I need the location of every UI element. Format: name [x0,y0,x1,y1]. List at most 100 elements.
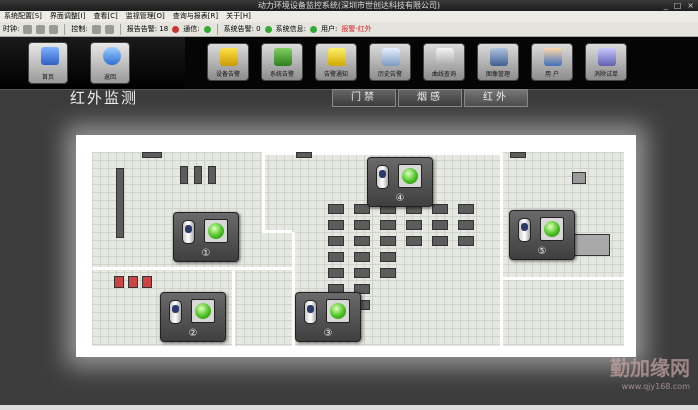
maximize-icon[interactable]: □ [674,0,682,11]
subtab-bar: 门禁 烟感 红外 [332,89,528,107]
status-light-icon [540,217,564,241]
tab-infrared[interactable]: 红外 [464,89,528,107]
infrared-sensor-2[interactable]: ② [160,292,226,342]
menu-reports[interactable]: 查询与报表[R] [169,11,222,22]
cabinet [180,166,188,184]
wall [262,230,292,233]
menu-view[interactable]: 查看[C] [89,11,121,22]
desk [328,220,344,230]
chip-icon [274,48,292,66]
top-navigation: 首页 返回 设备告警 系统告警 告警通知 历史告警 曲线查询 图像管理 用 户 … [0,37,698,89]
comm-status-icon [203,25,211,33]
home-button[interactable]: 首页 [28,42,68,84]
nav-alarm-notify-button[interactable]: 告警通知 [315,43,357,81]
nav-label: 告警通知 [323,71,348,78]
nav-device-alarm-button[interactable]: 设备告警 [207,43,249,81]
notify-icon [328,48,346,66]
user-label: 用户: [320,25,338,33]
cabinet [142,152,162,158]
pir-sensor-icon [304,300,317,324]
desk [354,252,370,262]
cabinet [116,168,124,238]
desk [458,220,474,230]
pir-sensor-icon [376,165,389,189]
infrared-sensor-4[interactable]: ④ [367,157,433,207]
window-title: 动力环境设备监控系统(深圳市世创达科技有限公司) [257,1,441,10]
nav-label: 消除试单 [593,71,618,78]
minimize-icon[interactable]: _ [664,0,668,11]
nav-label: 历史告警 [377,71,402,78]
tab-access-control[interactable]: 门禁 [332,89,396,107]
desk [328,268,344,278]
system-alarm-label: 系统告警: 0 [223,25,261,33]
desk [380,236,396,246]
alarm-status-icon [172,25,180,33]
cabinet [574,234,610,256]
nav-clear-button[interactable]: 消除试单 [585,43,627,81]
system-status-icon [264,25,272,33]
system-info-icon [309,25,317,33]
tab-smoke[interactable]: 烟感 [398,89,462,107]
close-icon[interactable]: × [687,0,694,11]
desk [328,236,344,246]
menu-system-config[interactable]: 系统配置[S] [0,11,46,22]
sensor-number: ① [201,248,211,259]
infrared-sensor-3[interactable]: ③ [295,292,361,342]
status-light-icon [398,164,422,188]
toolbar-separator [119,23,121,35]
folder-icon[interactable] [49,24,59,34]
pir-sensor-icon [169,300,182,324]
desk [380,268,396,278]
desk [354,268,370,278]
nav-image-manage-button[interactable]: 图像管理 [477,43,519,81]
infrared-sensor-5[interactable]: ⑤ [509,210,575,260]
window-titlebar: 动力环境设备监控系统(深圳市世创达科技有限公司) _ □ × [0,0,698,11]
nav-label: 设备告警 [215,71,240,78]
arrow-left-icon[interactable] [23,24,33,34]
sensor-number: ⑤ [537,246,547,257]
wall [262,152,265,232]
sensor-number: ② [188,328,198,339]
warning-icon [220,48,238,66]
nav-user-button[interactable]: 用 户 [531,43,573,81]
back-button[interactable]: 返回 [90,42,130,84]
desk [354,236,370,246]
status-bar [0,405,698,410]
desk [380,220,396,230]
clear-icon [598,48,616,66]
desk [406,236,422,246]
cabinet [194,166,202,184]
toolbar-separator [216,23,218,35]
page-title: 红外监测 [70,89,139,107]
control-icon[interactable] [91,24,101,34]
menu-monitor[interactable]: 监视管理[O] [122,11,169,22]
desk [432,236,448,246]
nav-curve-query-button[interactable]: 曲线查询 [423,43,465,81]
alarm-count-label: 报告告警: 18 [126,25,169,33]
pir-sensor-icon [518,218,531,242]
nav-label: 用 户 [545,71,559,78]
desk [406,220,422,230]
desk [432,204,448,214]
history-icon [382,48,400,66]
control-icon-2[interactable] [104,24,114,34]
sensor-number: ③ [323,328,333,339]
clock-label: 时钟: [3,25,20,33]
menu-about[interactable]: 关于[H] [222,11,255,22]
toolbar: 时钟: 控制: 报告告警: 18 通信: 系统告警: 0 系统信息: 用户: 报… [0,22,698,37]
nav-label: 曲线查询 [431,71,456,78]
chair [142,276,152,288]
toolbar-separator [64,23,66,35]
status-light-icon [204,219,228,243]
arrow-right-icon[interactable] [36,24,46,34]
nav-system-alarm-button[interactable]: 系统告警 [261,43,303,81]
infrared-sensor-1[interactable]: ① [173,212,239,262]
nav-label: 图像管理 [485,71,510,78]
desk [354,220,370,230]
menu-interface[interactable]: 界面调整[I] [46,11,90,22]
chart-icon [436,48,454,66]
control-label: 控制: [71,25,88,33]
nav-history-button[interactable]: 历史告警 [369,43,411,81]
status-light-icon [326,299,350,323]
wall [500,152,503,348]
